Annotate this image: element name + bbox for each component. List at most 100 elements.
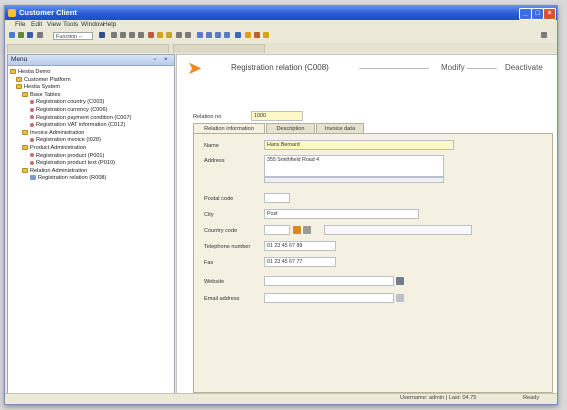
- close-button[interactable]: ×: [543, 8, 556, 20]
- previous-icon[interactable]: [206, 32, 212, 38]
- new-icon[interactable]: [9, 32, 15, 38]
- tree-item-label: Customer Platform: [24, 76, 71, 83]
- menu-panel-title: Menu: [11, 56, 28, 63]
- tree-item[interactable]: Hestia Demo: [10, 69, 50, 76]
- address-scrollbar[interactable]: [264, 177, 444, 183]
- tree-item-label: Registration product (P001): [36, 152, 105, 159]
- paste-icon[interactable]: [185, 32, 191, 38]
- address-field[interactable]: 355 Smithfield Road 4: [264, 155, 444, 177]
- menu-file[interactable]: File: [15, 21, 25, 28]
- menu-bar: File Edit View Tools Window Help: [5, 20, 557, 30]
- menu-tools[interactable]: Tools: [63, 21, 78, 28]
- lookup-icon[interactable]: [293, 226, 301, 234]
- next-icon[interactable]: [215, 32, 221, 38]
- header-divider: [467, 68, 497, 69]
- first-icon[interactable]: [197, 32, 203, 38]
- mail-icon[interactable]: [396, 294, 404, 302]
- country-code-field[interactable]: [264, 225, 290, 235]
- folder-icon: [16, 84, 22, 90]
- tree-item[interactable]: Registration country (C003): [30, 99, 104, 106]
- tree-item[interactable]: Registration relation (R008): [30, 175, 106, 182]
- app-icon: [8, 9, 16, 17]
- country-name-field: [324, 225, 472, 235]
- document-tab-strip: [5, 43, 557, 53]
- menu-help[interactable]: Help: [103, 21, 116, 28]
- city-field[interactable]: Post: [264, 209, 419, 219]
- refresh-icon[interactable]: [235, 32, 241, 38]
- menu-edit[interactable]: Edit: [31, 21, 42, 28]
- tree-item-label: Hestia System: [24, 84, 61, 91]
- tree-icon[interactable]: [138, 32, 144, 38]
- copy-icon[interactable]: [176, 32, 182, 38]
- tree-item-label: Registration product text (P010): [36, 160, 115, 167]
- pkg-icon: [30, 175, 36, 181]
- email-label: Email address: [204, 296, 240, 302]
- tree-item[interactable]: Customer Platform: [16, 77, 71, 84]
- tree-item[interactable]: Relation Administration: [22, 168, 87, 175]
- tree-item[interactable]: Product Administration: [22, 145, 86, 152]
- folder-icon: [10, 69, 16, 75]
- globe-icon[interactable]: [396, 277, 404, 285]
- email-field[interactable]: [264, 293, 394, 303]
- stop-icon[interactable]: [254, 32, 260, 38]
- tree-item-label: Registration country (C003): [36, 99, 105, 106]
- tree-item[interactable]: Hestia System: [16, 84, 60, 91]
- find-icon[interactable]: [37, 32, 43, 38]
- grid-icon[interactable]: [111, 32, 117, 38]
- name-label: Name: [204, 143, 219, 149]
- go-icon[interactable]: [99, 32, 105, 38]
- relation-no-field[interactable]: 1000: [251, 111, 303, 121]
- fax-field[interactable]: 01 23 45 67 77: [264, 257, 336, 267]
- title-bar[interactable]: Customer Client _ □ ×: [5, 6, 557, 20]
- tab-registration[interactable]: [173, 44, 265, 53]
- modify-link[interactable]: Modify: [441, 63, 465, 72]
- tree-item[interactable]: Registration payment condition (C007): [30, 115, 131, 122]
- page-title: Registration relation (C008): [231, 63, 329, 72]
- tree-item-label: Registration invoice (I028): [36, 137, 101, 144]
- menu-window[interactable]: Window: [81, 21, 104, 28]
- table-icon[interactable]: [129, 32, 135, 38]
- filter-icon[interactable]: [245, 32, 251, 38]
- name-field[interactable]: Hans Bernard: [264, 140, 454, 150]
- fax-label: Fax: [204, 260, 214, 266]
- tree-item[interactable]: Registration product text (P010): [30, 160, 115, 167]
- country-code-label: Country code: [204, 228, 238, 234]
- doc-icon: [30, 122, 34, 127]
- pencil-icon[interactable]: [166, 32, 172, 38]
- star-icon[interactable]: [263, 32, 269, 38]
- tab-menu[interactable]: [7, 44, 169, 53]
- telephone-field[interactable]: 01 23 45 67 89: [264, 241, 336, 251]
- tree-item-label: Registration currency (C006): [36, 107, 108, 113]
- tree-item[interactable]: Registration invoice (I028): [30, 137, 101, 144]
- save-icon[interactable]: [18, 32, 24, 38]
- menu-view[interactable]: View: [47, 21, 61, 28]
- function-combo[interactable]: Function --: [53, 32, 93, 40]
- last-icon[interactable]: [224, 32, 230, 38]
- deactivate-link[interactable]: Deactivate: [505, 63, 543, 72]
- tree-item-label: Base Tables: [30, 91, 61, 98]
- folder-icon: [22, 167, 28, 173]
- edit-icon[interactable]: [157, 32, 163, 38]
- website-field[interactable]: [264, 276, 394, 286]
- panel-close-icon[interactable]: ×: [164, 57, 170, 63]
- tree-item[interactable]: Invoice Administration: [22, 130, 84, 137]
- tree-item[interactable]: Registration VAT information (C012): [30, 122, 125, 129]
- print-icon[interactable]: [27, 32, 33, 38]
- options-icon[interactable]: [541, 32, 547, 38]
- folder-icon: [22, 145, 28, 151]
- tree-item[interactable]: Base Tables: [22, 92, 60, 99]
- delete-icon[interactable]: [148, 32, 154, 38]
- menu-panel-header: Menu ▫ ×: [8, 55, 174, 66]
- postal-code-label: Postal code: [204, 196, 234, 202]
- tree-item[interactable]: Registration product (P001): [30, 153, 104, 160]
- app-window: Customer Client _ □ × File Edit View Too…: [4, 5, 558, 405]
- postal-code-field[interactable]: [264, 193, 290, 203]
- clear-icon[interactable]: [303, 226, 311, 234]
- tree-item[interactable]: Registration currency (C006): [30, 107, 108, 114]
- pin-icon[interactable]: ▫: [154, 57, 160, 63]
- tree-item-label: Product Administration: [30, 145, 86, 151]
- doc-icon: [30, 99, 34, 104]
- folder-icon: [22, 91, 28, 97]
- list-icon[interactable]: [120, 32, 126, 38]
- folder-icon: [16, 76, 22, 82]
